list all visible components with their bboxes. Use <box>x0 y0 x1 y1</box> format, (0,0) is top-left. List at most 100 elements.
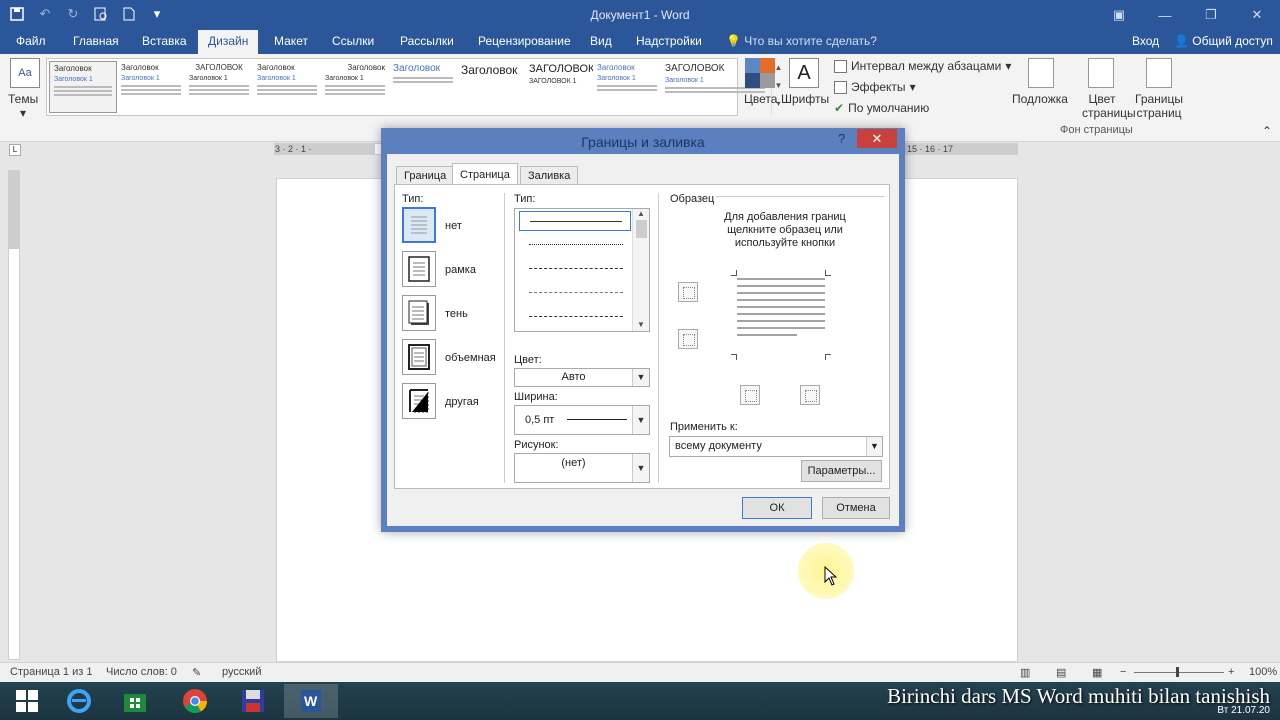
tab-home[interactable]: Главная <box>63 30 129 54</box>
top-border-button[interactable] <box>678 282 698 302</box>
setting-shadow-label[interactable]: тень <box>445 308 468 320</box>
colors-icon[interactable] <box>745 58 775 88</box>
vertical-ruler[interactable] <box>8 170 20 660</box>
minimize-icon[interactable]: — <box>1142 0 1188 30</box>
gallery-item[interactable]: Заголовок Заголовок 1 <box>321 61 389 113</box>
watermark-button[interactable]: Подложка <box>1012 92 1068 106</box>
bottom-border-button[interactable] <box>678 329 698 349</box>
print-layout-icon[interactable]: ▤ <box>1056 666 1066 679</box>
page-color-button[interactable]: Цвет страницы <box>1082 92 1136 120</box>
tab-page-border[interactable]: Страница <box>452 163 518 185</box>
scroll-down-icon[interactable]: ▼ <box>633 320 649 329</box>
tab-view[interactable]: Вид <box>580 30 622 54</box>
set-default-button[interactable]: ✔ По умолчанию <box>834 101 929 115</box>
share-button[interactable]: 👤 Общий доступ <box>1174 34 1273 48</box>
page-color-icon[interactable] <box>1088 58 1114 88</box>
colors-button[interactable]: Цвета <box>744 92 777 106</box>
word-app-icon[interactable]: W <box>284 684 338 718</box>
preview-page[interactable] <box>737 278 825 341</box>
collapse-ribbon-icon[interactable]: ⌃ <box>1262 124 1272 138</box>
watermark-icon[interactable] <box>1028 58 1054 88</box>
gallery-item[interactable]: Заголовок <box>389 61 457 113</box>
setting-none-label[interactable]: нет <box>445 220 462 232</box>
zoom-slider[interactable] <box>1134 672 1224 673</box>
tab-addins[interactable]: Надстройки <box>626 30 712 54</box>
style-list-scrollbar[interactable]: ▲ ▼ <box>632 209 649 331</box>
setting-custom-label[interactable]: другая <box>445 396 479 408</box>
store-icon[interactable] <box>108 684 162 718</box>
border-style-dash-dot[interactable] <box>519 307 631 327</box>
tab-file[interactable]: Файл <box>6 30 56 54</box>
zoom-level[interactable]: 100% <box>1249 666 1277 678</box>
web-layout-icon[interactable]: ▦ <box>1092 666 1102 679</box>
page-count[interactable]: Страница 1 из 1 <box>10 666 92 678</box>
setting-3d-icon[interactable] <box>402 339 436 375</box>
tell-me-search[interactable]: 💡 Что вы хотите сделать? <box>726 34 877 48</box>
ok-button[interactable]: ОК <box>742 497 812 519</box>
taskbar-clock[interactable]: Вт 21.07.20 <box>1217 705 1270 716</box>
gallery-item[interactable]: Заголовок <box>457 61 525 113</box>
tab-insert[interactable]: Вставка <box>132 30 197 54</box>
tab-borders[interactable]: Граница <box>396 166 455 185</box>
zoom-out-icon[interactable]: − <box>1120 666 1126 678</box>
tab-shading[interactable]: Заливка <box>520 166 579 185</box>
close-icon[interactable]: ✕ <box>1234 0 1280 30</box>
ribbon-display-icon[interactable]: ▣ <box>1096 0 1142 30</box>
tab-mailings[interactable]: Рассылки <box>390 30 464 54</box>
internet-explorer-icon[interactable] <box>52 684 106 718</box>
gallery-item[interactable]: Заголовок Заголовок 1 <box>49 61 117 113</box>
tab-review[interactable]: Рецензирование <box>468 30 581 54</box>
gallery-item[interactable]: Заголовок Заголовок 1 <box>593 61 661 113</box>
effects-button[interactable]: Эффекты ▾ <box>834 80 916 94</box>
setting-box-icon[interactable] <box>402 251 436 287</box>
tab-layout[interactable]: Макет <box>264 30 318 54</box>
help-icon[interactable]: ? <box>838 131 845 146</box>
scroll-thumb[interactable] <box>635 220 647 238</box>
themes-dropdown-icon[interactable]: ▾ <box>20 106 26 120</box>
apply-to-select[interactable]: всему документу ▼ <box>669 436 883 457</box>
border-width-select[interactable]: 0,5 пт ▼ <box>514 405 650 435</box>
themes-button[interactable]: Темы <box>8 92 38 106</box>
right-border-button[interactable] <box>800 385 820 405</box>
border-style-dotted[interactable] <box>519 235 631 255</box>
options-button[interactable]: Параметры... <box>801 460 882 482</box>
gallery-item[interactable]: Заголовок Заголовок 1 <box>253 61 321 113</box>
gallery-item[interactable]: Заголовок Заголовок 1 <box>117 61 185 113</box>
gallery-item[interactable]: ЗАГОЛОВОК ЗАГОЛОВОК 1 <box>525 61 593 113</box>
sign-in-link[interactable]: Вход <box>1132 34 1159 48</box>
read-mode-icon[interactable]: ▥ <box>1020 666 1030 679</box>
border-color-select[interactable]: Авто ▼ <box>514 368 650 387</box>
setting-shadow-icon[interactable] <box>402 295 436 331</box>
border-style-dashed[interactable] <box>519 283 631 303</box>
save-app-icon[interactable] <box>226 684 280 718</box>
border-style-list[interactable]: ▲ ▼ <box>514 208 650 332</box>
chrome-icon[interactable] <box>168 684 222 718</box>
fonts-button[interactable]: Шрифты <box>781 92 829 106</box>
tab-selector[interactable]: L <box>9 144 21 156</box>
proofing-icon[interactable]: ✎ <box>192 666 201 679</box>
cancel-button[interactable]: Отмена <box>822 497 890 519</box>
setting-box-label[interactable]: рамка <box>445 264 476 276</box>
language[interactable]: русский <box>222 666 261 678</box>
border-style-solid[interactable] <box>519 211 631 231</box>
page-borders-icon[interactable] <box>1146 58 1172 88</box>
tab-design[interactable]: Дизайн <box>198 30 259 54</box>
fonts-icon[interactable]: A <box>789 58 819 88</box>
setting-none-icon[interactable] <box>402 207 436 243</box>
windows-start-icon[interactable] <box>0 684 54 718</box>
paragraph-spacing-button[interactable]: Интервал между абзацами ▾ <box>834 59 1011 73</box>
border-style-fine-dash[interactable] <box>519 259 631 279</box>
setting-custom-icon[interactable] <box>402 383 436 419</box>
restore-icon[interactable]: ❐ <box>1188 0 1234 30</box>
border-art-select[interactable]: (нет) ▼ <box>514 453 650 483</box>
word-count[interactable]: Число слов: 0 <box>106 666 177 678</box>
themes-icon[interactable]: Aa <box>10 58 40 88</box>
page-borders-button[interactable]: Границы страниц <box>1134 92 1184 120</box>
tab-references[interactable]: Ссылки <box>322 30 384 54</box>
dialog-close-icon[interactable]: ✕ <box>857 129 897 148</box>
gallery-item[interactable]: ЗАГОЛОВОК Заголовок 1 <box>185 61 253 113</box>
zoom-in-icon[interactable]: + <box>1228 666 1234 678</box>
scroll-up-icon[interactable]: ▲ <box>633 209 649 218</box>
left-border-button[interactable] <box>740 385 760 405</box>
zoom-slider-thumb[interactable] <box>1176 667 1179 677</box>
